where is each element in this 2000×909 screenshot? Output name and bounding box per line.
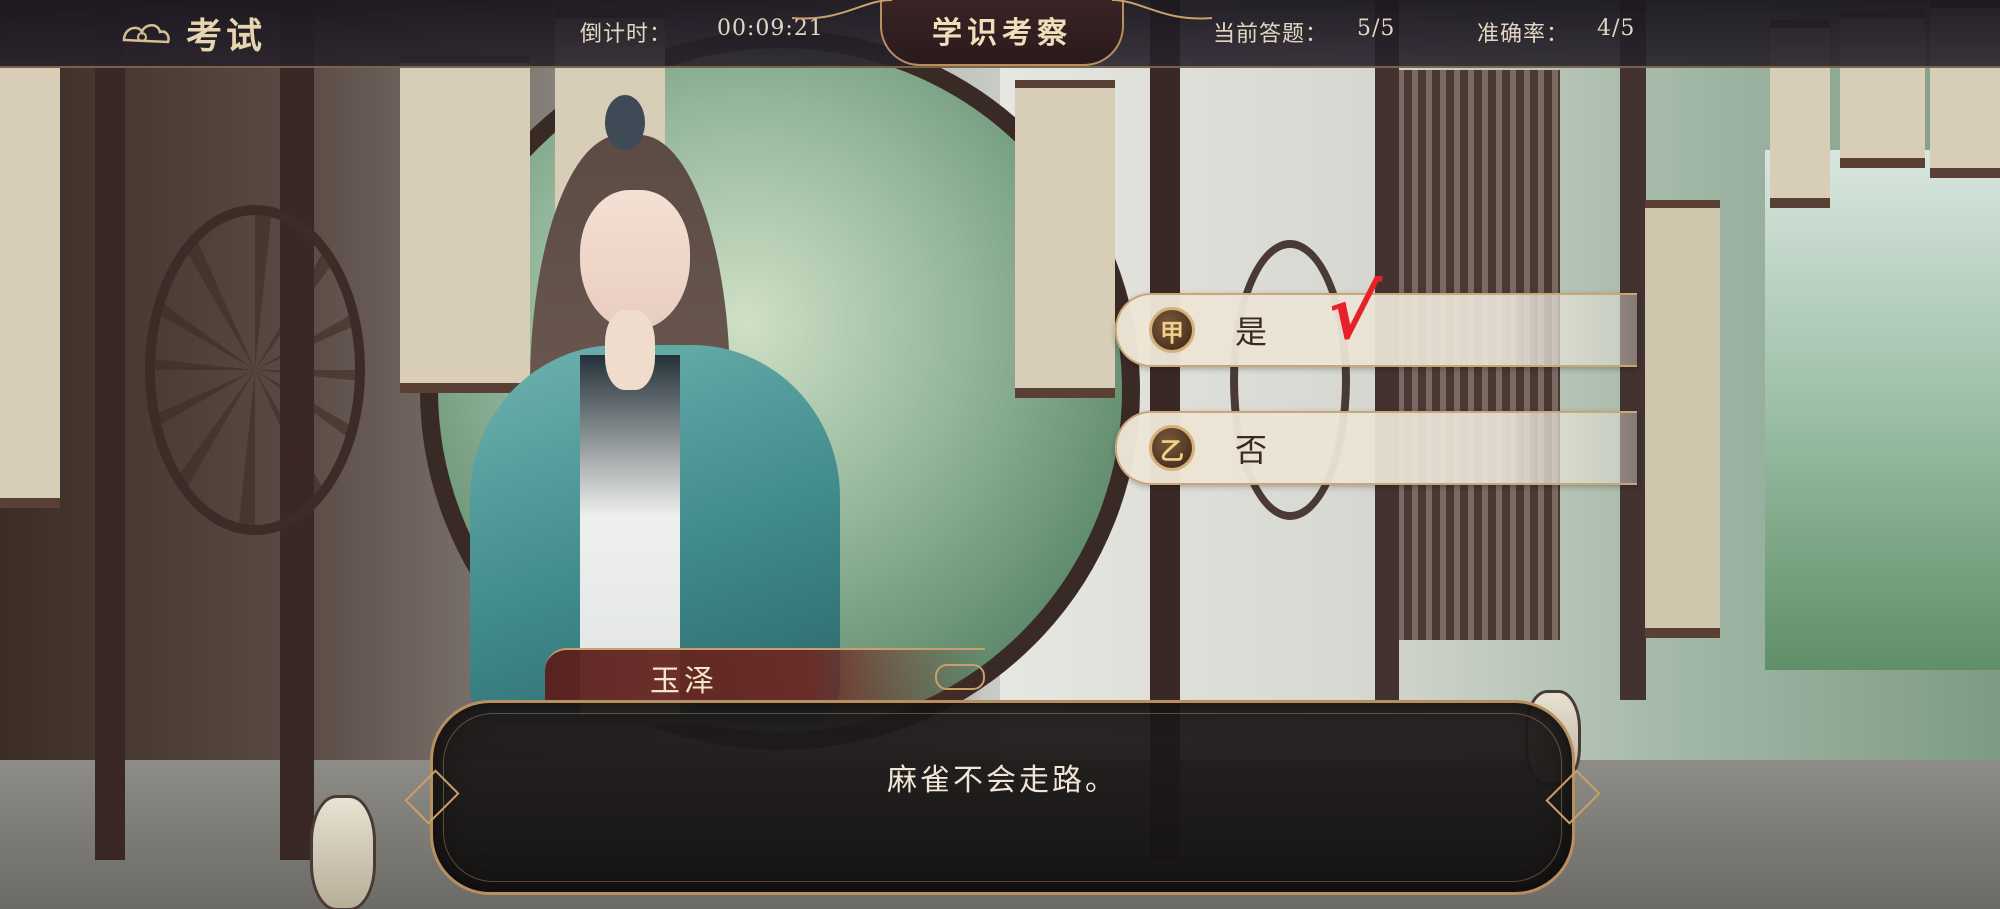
screen-title: 考试	[186, 15, 267, 57]
hanging-calligraphy-scroll	[0, 60, 60, 508]
garden-view-right	[1765, 150, 2000, 670]
lantern	[310, 795, 376, 909]
speaker-name: 玉泽	[650, 664, 718, 699]
accuracy-label: 准确率：	[1477, 22, 1570, 47]
countdown-label: 倒计时：	[580, 22, 673, 47]
lattice-window-left	[145, 205, 365, 535]
speaker-name-plate: 玉泽	[545, 648, 985, 700]
hanging-calligraphy-scroll	[1645, 200, 1720, 638]
option-label: 是	[1235, 313, 1270, 351]
option-badge-yi: 乙	[1149, 425, 1195, 471]
pillar	[95, 0, 125, 860]
accuracy-value: 4/5	[1597, 16, 1636, 41]
center-title: 学识考察	[932, 16, 1072, 51]
title-plaque: 学识考察	[791, 0, 1213, 66]
game-scene: 考试 倒计时： 00:09:21 学识考察 当前答题： 5/5 准确率： 4/5…	[0, 0, 2000, 909]
current-question-label: 当前答题：	[1213, 22, 1329, 47]
character-hand	[605, 310, 655, 390]
top-hud-bar: 考试 倒计时： 00:09:21 学识考察 当前答题： 5/5 准确率： 4/5	[0, 0, 2000, 68]
answer-option-no[interactable]: 乙 否	[1115, 411, 1637, 485]
dialogue-text: 麻雀不会走路。	[887, 763, 1118, 798]
ornament-right-icon	[1112, 0, 1213, 20]
character-face	[580, 190, 690, 330]
option-badge-jia: 甲	[1149, 307, 1195, 353]
ornament-left-icon	[791, 0, 892, 20]
current-question-value: 5/5	[1357, 16, 1396, 41]
option-label: 否	[1235, 431, 1270, 469]
hanging-calligraphy-scroll	[1015, 80, 1115, 398]
character-hair-ornament	[605, 95, 645, 150]
character-portrait	[430, 95, 880, 725]
scroll-ornament-icon	[935, 664, 985, 690]
back-to-exam-button[interactable]: 考试	[120, 4, 266, 62]
dialogue-box[interactable]: 麻雀不会走路。	[404, 700, 1601, 895]
cloud-swirl-icon	[122, 24, 170, 44]
